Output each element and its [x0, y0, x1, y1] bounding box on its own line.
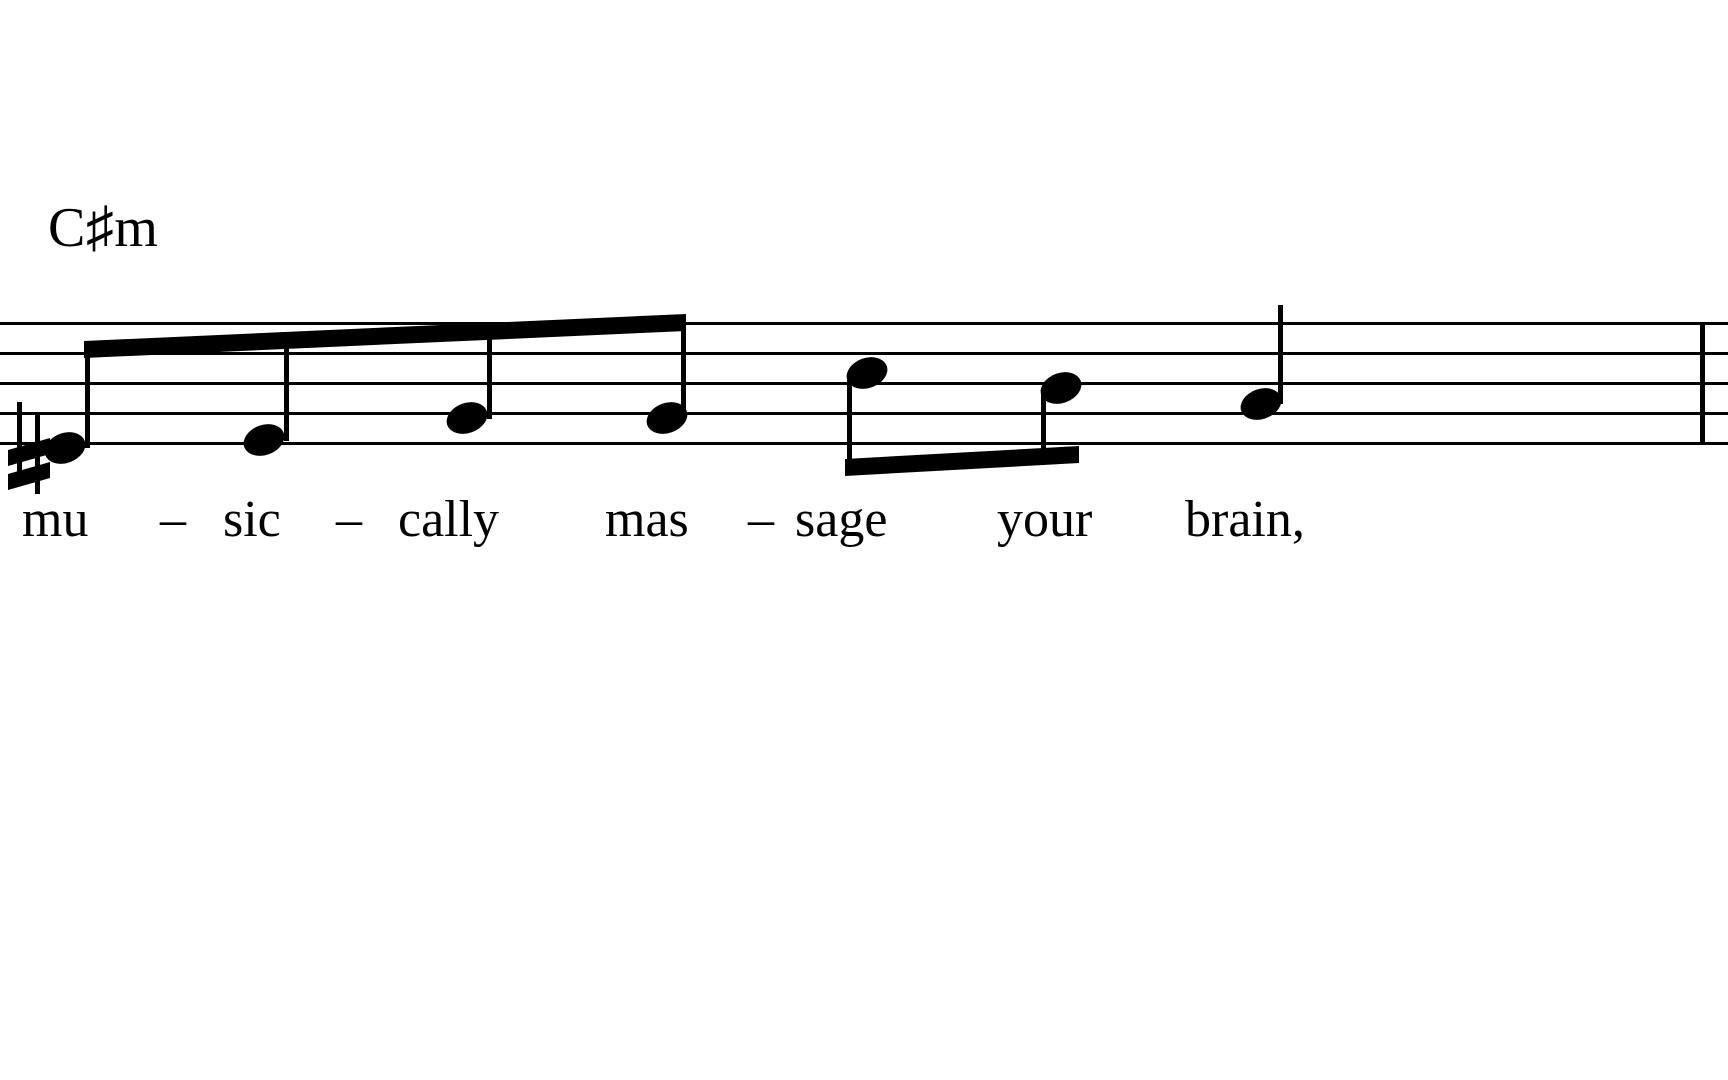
beam-group-2	[845, 446, 1079, 476]
lyric-hyphen-2: –	[336, 491, 362, 548]
lyric-syllable-cally[interactable]: cally	[398, 494, 499, 546]
lyric-syllable-sic[interactable]: sic	[223, 494, 281, 546]
note-stem-1	[85, 341, 90, 448]
note-stem-4	[681, 316, 686, 419]
score-page: C♯m mu – sic – cally mas – sage your bra…	[0, 0, 1728, 1080]
lyric-hyphen-3: –	[748, 491, 774, 548]
beam-group-1	[84, 314, 686, 358]
note-stem-3	[487, 332, 492, 419]
note-stem-7	[1278, 305, 1283, 404]
chord-symbol[interactable]: C♯m	[48, 200, 158, 256]
lyric-syllable-sage[interactable]: sage	[795, 494, 887, 546]
note-stem-2	[284, 337, 289, 441]
barline-right	[1700, 322, 1705, 445]
lyric-syllable-your[interactable]: your	[997, 494, 1092, 546]
lyric-syllable-mu[interactable]: mu	[22, 494, 88, 546]
lyric-hyphen-1: –	[160, 491, 186, 548]
lyric-syllable-brain[interactable]: brain,	[1185, 494, 1305, 546]
staff-line-4	[0, 412, 1728, 415]
note-stem-5	[847, 374, 852, 472]
lyrics-row: mu – sic – cally mas – sage your brain,	[0, 494, 1728, 564]
lyric-syllable-mas[interactable]: mas	[605, 494, 689, 546]
